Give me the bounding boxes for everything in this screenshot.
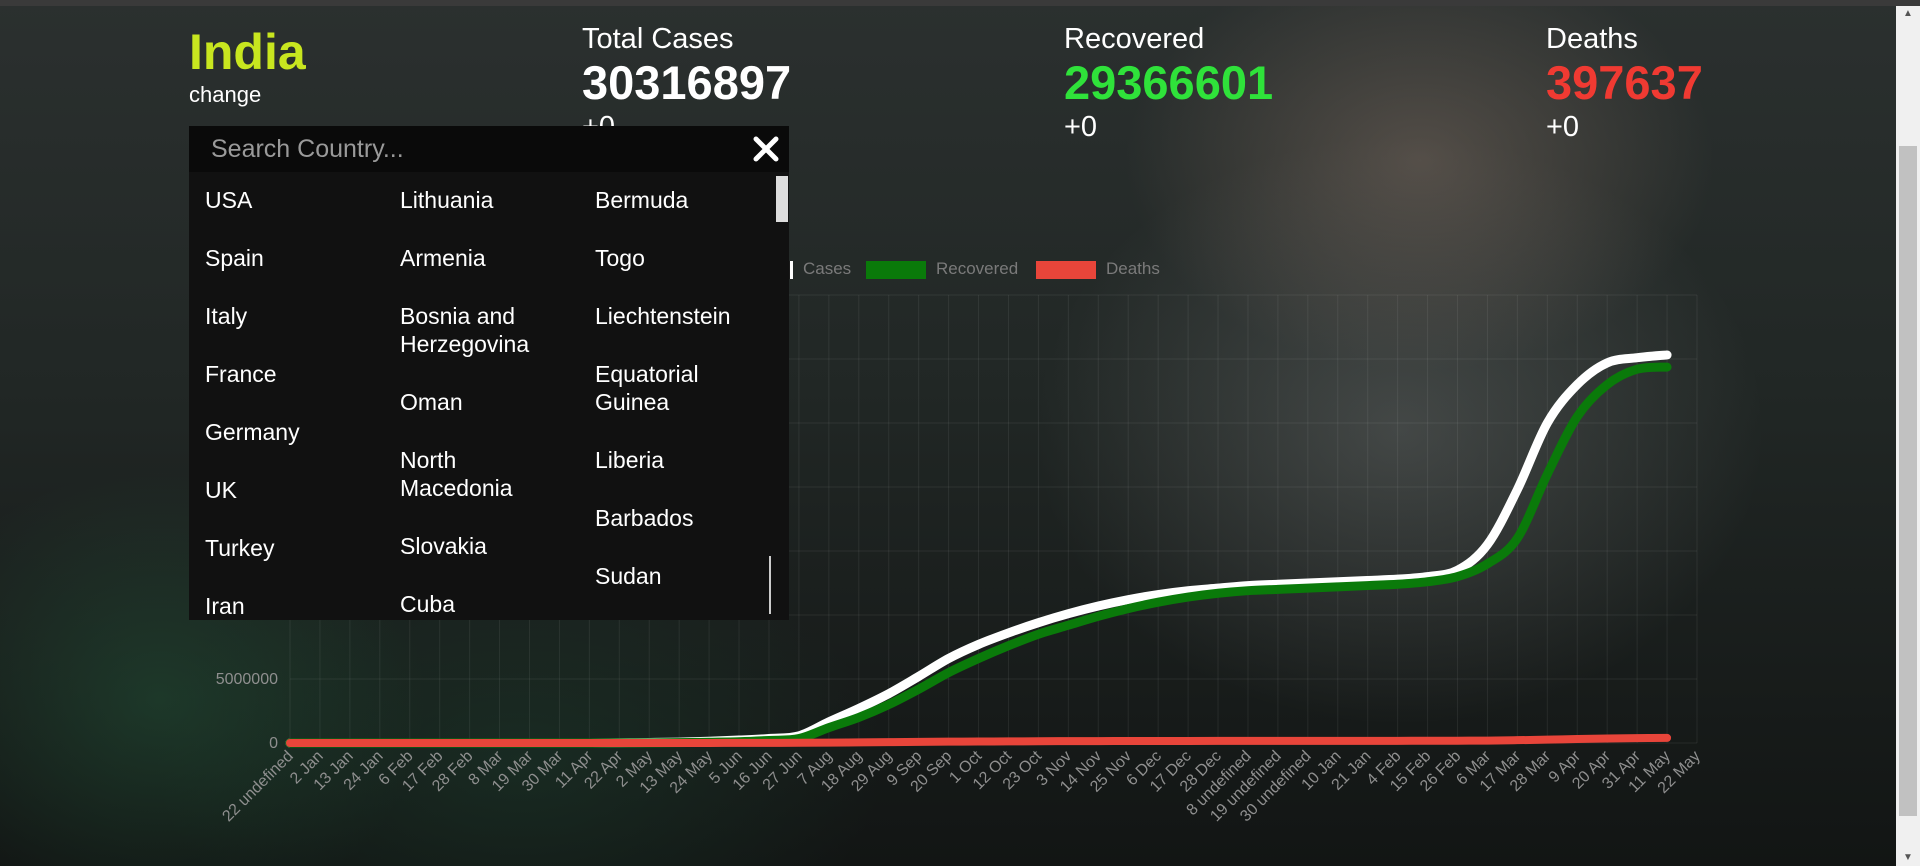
legend-cases-label: Cases: [803, 259, 852, 278]
text-cursor: [769, 556, 771, 614]
country-list-item[interactable]: Equatorial Guinea: [595, 360, 775, 416]
y-tick-label: 0: [269, 735, 278, 752]
country-list-item[interactable]: Armenia: [400, 244, 580, 272]
country-list-item[interactable]: Liberia: [595, 446, 775, 474]
country-list-item[interactable]: Slovakia: [400, 532, 580, 560]
country-list-item[interactable]: Cuba: [400, 590, 580, 618]
close-icon[interactable]: [747, 130, 785, 168]
x-tick-label: 22 undefined: [219, 748, 296, 825]
y-axis-ticks: 0 5000000: [216, 671, 278, 752]
country-list-item[interactable]: Bosnia and Herzegovina: [400, 302, 580, 358]
country-list-item[interactable]: Turkey: [205, 534, 385, 562]
country-list-item[interactable]: North Macedonia: [400, 446, 580, 502]
legend-deaths[interactable]: Deaths: [1036, 259, 1160, 279]
legend-deaths-swatch: [1036, 260, 1096, 279]
search-row: [189, 126, 789, 172]
country-list-item[interactable]: Sudan: [595, 562, 775, 590]
legend-recovered[interactable]: Recovered: [866, 259, 1018, 279]
legend-recovered-swatch: [866, 260, 926, 279]
country-list-item[interactable]: USA: [205, 186, 385, 214]
legend-recovered-label: Recovered: [936, 259, 1019, 278]
y-tick-label: 5000000: [216, 671, 278, 688]
dropdown-scrollbar[interactable]: [775, 172, 789, 620]
country-search-input[interactable]: [189, 126, 729, 172]
x-axis-ticks: 22 undefined2 Jan13 Jan24 Jan6 Feb17 Feb…: [219, 747, 1703, 825]
country-list-item[interactable]: France: [205, 360, 385, 388]
country-list-item[interactable]: Spain: [205, 244, 385, 272]
country-list: USA Spain Italy France Germany UK Turkey Iran Li…: [189, 172, 789, 620]
country-search-dropdown: USA Spain Italy France Germany UK Turkey Iran Li…: [189, 126, 789, 620]
country-list-item[interactable]: Iran: [205, 592, 385, 620]
country-list-item[interactable]: Barbados: [595, 504, 775, 532]
country-list-item[interactable]: Germany: [205, 418, 385, 446]
country-list-item[interactable]: Italy: [205, 302, 385, 330]
country-list-item[interactable]: Oman: [400, 388, 580, 416]
country-list-item[interactable]: Liechtenstein: [595, 302, 775, 330]
legend-deaths-label: Deaths: [1106, 259, 1160, 278]
country-list-item[interactable]: Togo: [595, 244, 775, 272]
country-list-item[interactable]: Bermuda: [595, 186, 775, 214]
country-list-item[interactable]: UK: [205, 476, 385, 504]
dropdown-scroll-thumb[interactable]: [776, 176, 788, 222]
country-list-item[interactable]: Lithuania: [400, 186, 580, 214]
